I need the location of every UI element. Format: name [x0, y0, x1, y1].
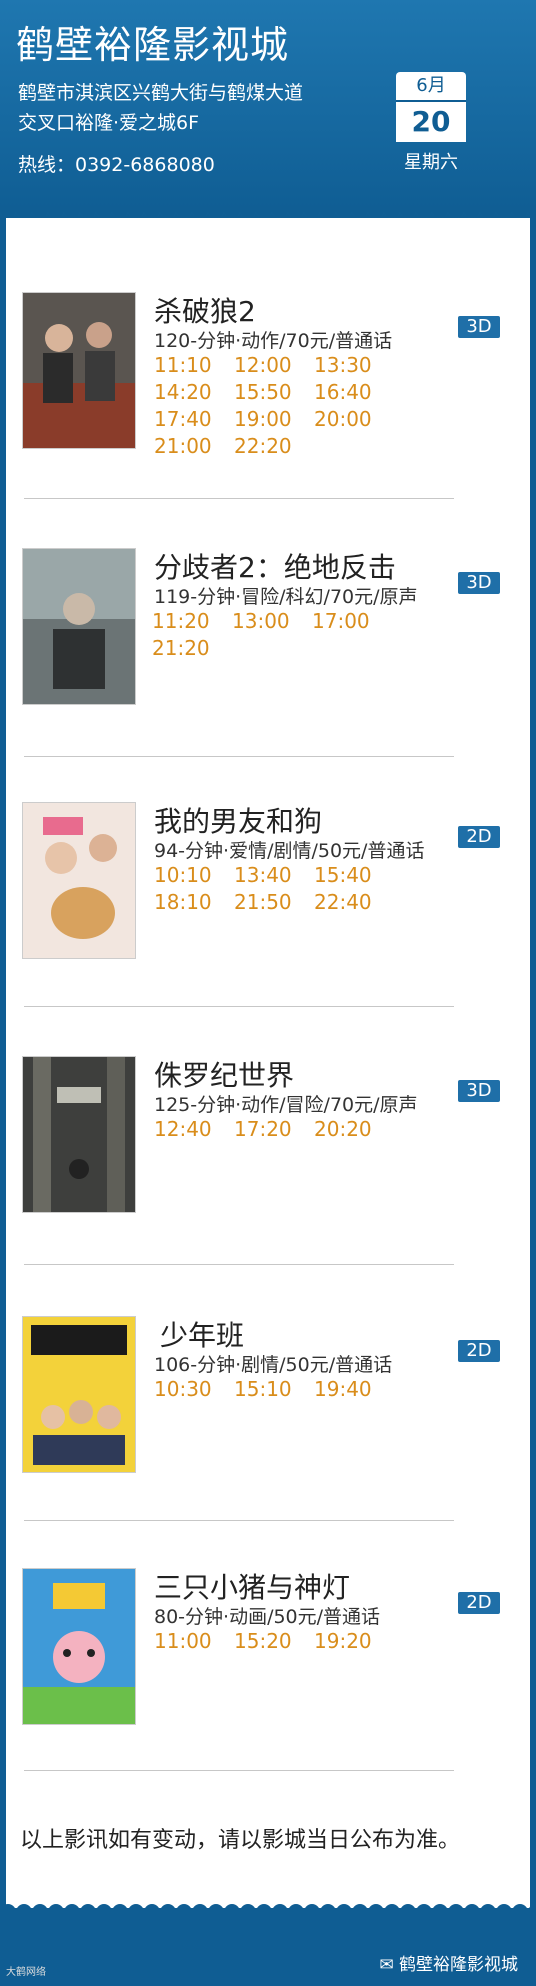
showtimes: 10:10 13:40 15:40 18:10 21:50 22:40 — [154, 862, 454, 916]
movie-poster — [22, 1316, 136, 1473]
showtimes: 11:00 15:20 19:20 — [154, 1628, 454, 1655]
showtime[interactable]: 21:00 — [154, 433, 234, 460]
wechat-icon: ✉ — [379, 1955, 394, 1975]
hotline: 热线：0392-6868080 — [18, 154, 215, 176]
header-banner: 鹤壁裕隆影视城 鹤壁市淇滨区兴鹤大街与鹤煤大道 交叉口裕隆·爱之城6F 热线：0… — [0, 0, 536, 218]
divider — [24, 1006, 454, 1007]
movie-item[interactable]: 杀破狼2 120-分钟·动作/70元/普通话 3D 11:10 12:00 13:3… — [0, 292, 536, 542]
showtime[interactable]: 14:20 — [154, 379, 234, 406]
showtime[interactable]: 22:20 — [234, 433, 314, 460]
showtime[interactable]: 17:20 — [234, 1116, 314, 1143]
format-badge: 2D — [458, 1340, 500, 1362]
notice-text: 以上影讯如有变动，请以影城当日公布为准。 — [20, 1828, 461, 1853]
date-day: 20 — [396, 100, 466, 142]
showtime[interactable]: 17:40 — [154, 406, 234, 433]
movie-title: 我的男友和狗 — [154, 805, 323, 838]
showtime[interactable]: 20:00 — [314, 406, 394, 433]
showtime[interactable]: 19:20 — [314, 1628, 394, 1655]
watermark-right: ✉ 鹤壁裕隆影视城 — [379, 1950, 518, 1975]
date-weekday: 星期六 — [404, 152, 458, 173]
showtime[interactable]: 11:00 — [154, 1628, 234, 1655]
movie-item[interactable]: 侏罗纪世界 125-分钟·动作/冒险/70元/原声 3D 12:40 17:20 2… — [0, 1056, 536, 1306]
showtime[interactable]: 19:40 — [314, 1376, 394, 1403]
showtime[interactable]: 21:20 — [152, 635, 232, 662]
movie-title: 杀破狼2 — [154, 295, 256, 328]
watermark-right-label: 鹤壁裕隆影视城 — [399, 1955, 518, 1975]
format-badge: 2D — [458, 1592, 500, 1614]
movie-item[interactable]: 少年班 106-分钟·剧情/50元/普通话 2D 10:30 15:10 19:40 — [0, 1316, 536, 1566]
showtime[interactable]: 11:10 — [154, 352, 234, 379]
showtime[interactable]: 21:50 — [234, 889, 314, 916]
format-badge: 3D — [458, 1080, 500, 1102]
movie-title: 少年班 — [160, 1319, 245, 1352]
divider — [24, 1264, 454, 1265]
date-month: 6月 — [396, 72, 466, 100]
showtime[interactable]: 11:20 — [152, 608, 232, 635]
showtime[interactable]: 15:50 — [234, 379, 314, 406]
showtimes: 11:10 12:00 13:30 14:20 15:50 16:40 17:40 19:00… — [154, 352, 454, 460]
divider — [24, 498, 454, 499]
showtimes: 10:30 15:10 19:40 — [154, 1376, 454, 1403]
movie-poster — [22, 1056, 136, 1213]
movie-info: 125-分钟·动作/冒险/70元/原声 — [154, 1094, 418, 1116]
movie-title: 三只小猪与神灯 — [154, 1571, 351, 1604]
divider — [24, 756, 454, 757]
movie-poster — [22, 1568, 136, 1725]
movie-title: 分歧者2：绝地反击 — [154, 551, 396, 584]
format-badge: 3D — [458, 572, 500, 594]
showtime[interactable]: 17:00 — [312, 608, 392, 635]
format-badge: 2D — [458, 826, 500, 848]
movie-info: 94-分钟·爱情/剧情/50元/普通话 — [154, 840, 425, 862]
divider — [24, 1520, 454, 1521]
showtime[interactable]: 19:00 — [234, 406, 314, 433]
cinema-title: 鹤壁裕隆影视城 — [16, 23, 290, 67]
cinema-address: 鹤壁市淇滨区兴鹤大街与鹤煤大道 交叉口裕隆·爱之城6F — [18, 78, 303, 138]
showtime[interactable]: 13:40 — [234, 862, 314, 889]
showtimes: 11:20 13:00 17:00 21:20 — [152, 608, 452, 662]
divider — [24, 1770, 454, 1771]
date-box: 6月 20 星期六 — [396, 72, 466, 174]
movie-poster — [22, 292, 136, 449]
showtime[interactable]: 20:20 — [314, 1116, 394, 1143]
movie-info: 106-分钟·剧情/50元/普通话 — [154, 1354, 393, 1376]
movie-item[interactable]: 分歧者2：绝地反击 119-分钟·冒险/科幻/70元/原声 3D 11:20 13… — [0, 548, 536, 798]
showtime[interactable]: 16:40 — [314, 379, 394, 406]
showtime[interactable]: 10:30 — [154, 1376, 234, 1403]
movie-info: 80-分钟·动画/50元/普通话 — [154, 1606, 381, 1628]
movie-item[interactable]: 三只小猪与神灯 80-分钟·动画/50元/普通话 2D 11:00 15:20 19… — [0, 1568, 536, 1818]
movie-item[interactable]: 我的男友和狗 94-分钟·爱情/剧情/50元/普通话 2D 10:10 13:40… — [0, 802, 536, 1052]
showtime[interactable]: 13:00 — [232, 608, 312, 635]
address-line-2: 交叉口裕隆·爱之城6F — [18, 112, 200, 134]
showtime[interactable]: 15:10 — [234, 1376, 314, 1403]
showtime[interactable]: 12:00 — [234, 352, 314, 379]
movie-title: 侏罗纪世界 — [154, 1059, 295, 1092]
showtime[interactable]: 10:10 — [154, 862, 234, 889]
showtime[interactable]: 22:40 — [314, 889, 394, 916]
movie-info: 119-分钟·冒险/科幻/70元/原声 — [154, 586, 418, 608]
showtimes: 12:40 17:20 20:20 — [154, 1116, 454, 1143]
address-line-1: 鹤壁市淇滨区兴鹤大街与鹤煤大道 — [18, 82, 304, 104]
showtime[interactable]: 18:10 — [154, 889, 234, 916]
watermark-left: 大鹤网络 — [6, 1967, 46, 1978]
movie-poster — [22, 802, 136, 959]
format-badge: 3D — [458, 316, 500, 338]
movie-poster — [22, 548, 136, 705]
showtime[interactable]: 12:40 — [154, 1116, 234, 1143]
showtime[interactable]: 13:30 — [314, 352, 394, 379]
movie-info: 120-分钟·动作/70元/普通话 — [154, 330, 393, 352]
showtime[interactable]: 15:20 — [234, 1628, 314, 1655]
scallop-top — [0, 210, 536, 226]
showtime[interactable]: 15:40 — [314, 862, 394, 889]
